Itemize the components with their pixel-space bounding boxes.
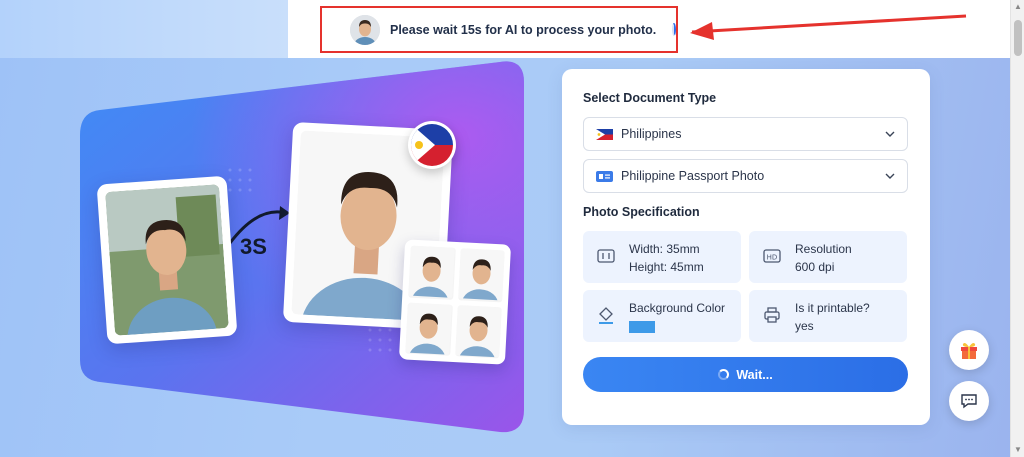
gift-icon (961, 343, 977, 359)
spec-height: Height: 45mm (629, 260, 704, 274)
scroll-down-icon[interactable]: ▼ (1013, 445, 1023, 455)
speed-label: 3S (240, 234, 267, 259)
scrollbar[interactable]: ▲ ▼ (1010, 0, 1024, 457)
size-icon (597, 249, 615, 263)
document-select-value: Philippine Passport Photo (621, 169, 765, 183)
spec-background: Background Color (583, 290, 741, 342)
photo-grid-card (398, 239, 512, 365)
hero-illustration: 3S (80, 60, 526, 436)
spec-size: Width: 35mm Height: 45mm (583, 231, 741, 283)
photo-spec-heading: Photo Specification (583, 205, 700, 219)
philippines-flag-badge-icon (408, 121, 456, 169)
original-photo (105, 184, 229, 336)
avatar (350, 14, 380, 45)
document-select[interactable]: Philippine Passport Photo (583, 159, 908, 193)
chevron-down-icon (885, 131, 895, 137)
annotation-arrow-icon (690, 14, 967, 40)
id-card-icon (596, 170, 613, 182)
svg-text:HD: HD (767, 254, 778, 262)
spec-width: Width: 35mm (629, 242, 700, 256)
chevron-down-icon (885, 173, 895, 179)
spec-printable: Is it printable? yes (749, 290, 907, 342)
philippines-flag-icon (596, 128, 613, 140)
paint-bucket-icon (599, 307, 613, 324)
wait-button[interactable]: Wait... (583, 357, 908, 392)
document-settings-panel: Select Document Type Philippines Philipp… (562, 69, 930, 425)
document-type-heading: Select Document Type (583, 91, 717, 105)
chat-icon (961, 394, 977, 409)
scroll-up-icon[interactable]: ▲ (1013, 2, 1023, 12)
gift-button[interactable] (949, 330, 989, 370)
original-photo-card (96, 175, 238, 345)
spec-background-label: Background Color (629, 301, 726, 315)
spec-resolution-value: 600 dpi (795, 260, 835, 274)
wait-button-label: Wait... (736, 367, 773, 382)
notice-message: Please wait 15s for AI to process your p… (390, 22, 657, 37)
hd-icon: HD (763, 249, 781, 263)
country-select-value: Philippines (621, 127, 682, 141)
top-bar-left (0, 0, 288, 58)
mini-photo (408, 245, 456, 300)
spec-printable-value: yes (795, 319, 814, 333)
country-select[interactable]: Philippines (583, 117, 908, 151)
spec-printable-label: Is it printable? (795, 301, 870, 315)
mini-photo (454, 304, 502, 359)
chat-button[interactable] (949, 381, 989, 421)
processing-notice: Please wait 15s for AI to process your p… (320, 6, 678, 53)
printer-icon (764, 307, 780, 323)
scrollbar-thumb[interactable] (1014, 20, 1022, 56)
mini-photo (457, 248, 505, 302)
background-color-swatch (629, 321, 655, 333)
loading-spinner-icon (672, 23, 677, 36)
spec-resolution: HD Resolution 600 dpi (749, 231, 907, 283)
spec-resolution-label: Resolution (795, 242, 852, 256)
mini-photo (405, 302, 453, 356)
loading-spinner-icon (718, 369, 730, 380)
